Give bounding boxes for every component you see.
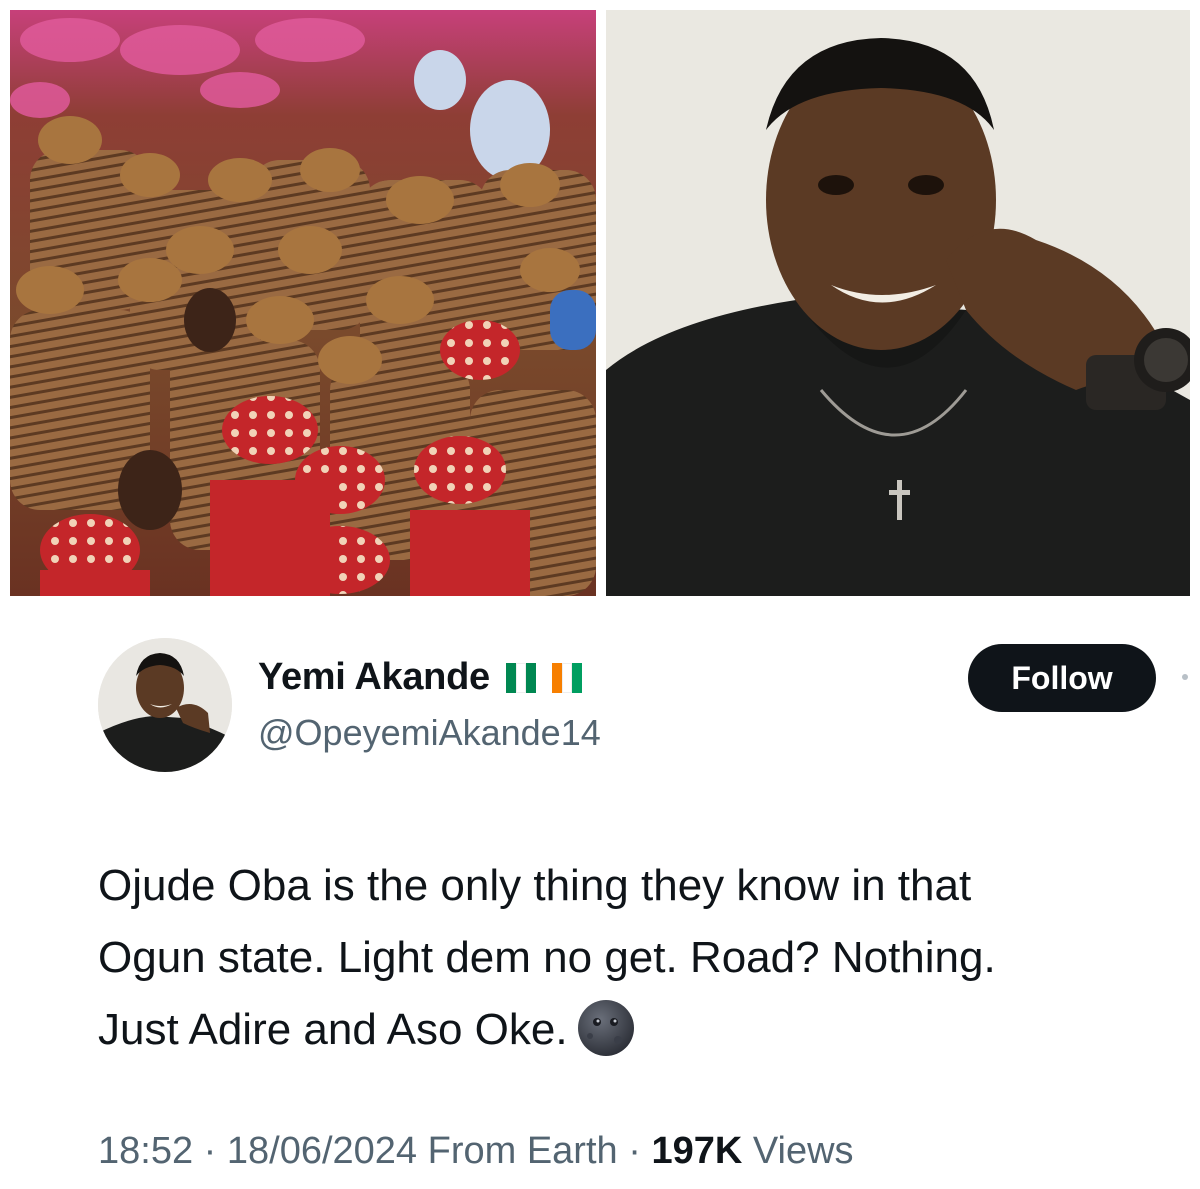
tweet-text-line: Just Adire and Aso Oke.	[98, 994, 1178, 1066]
portrait-photo[interactable]	[606, 10, 1190, 596]
views-count[interactable]: 197K	[651, 1130, 742, 1172]
profile-avatar[interactable]	[98, 638, 232, 772]
meta-separator: ·	[617, 1130, 652, 1172]
author-handle[interactable]: @OpeyemiAkande14	[258, 712, 601, 754]
tweet-text-line-content: Just Adire and Aso Oke.	[98, 1005, 568, 1054]
views-label: Views	[742, 1130, 854, 1172]
tweet-location: From Earth	[417, 1130, 618, 1172]
crowd-photo-image	[10, 10, 596, 596]
portrait-photo-image	[606, 10, 1190, 596]
media-grid	[0, 0, 1200, 604]
tweet-card: Yemi Akande @OpeyemiAkande14 Follow Ojud…	[0, 604, 1200, 1189]
cote-divoire-flag-icon	[551, 662, 582, 693]
tweet-date[interactable]: 18/06/2024	[227, 1130, 417, 1172]
tweet-time[interactable]: 18:52	[98, 1130, 193, 1172]
follow-button[interactable]: Follow	[968, 644, 1156, 712]
crowd-photo[interactable]	[10, 10, 596, 596]
tweet-meta: 18:52 · 18/06/2024 From Earth · 197K Vie…	[98, 1130, 854, 1173]
tweet-text-line: Ogun state. Light dem no get. Road? Noth…	[98, 933, 996, 982]
tweet-text-line: Ojude Oba is the only thing they know in…	[98, 861, 972, 910]
author-name-row: Yemi Akande	[258, 656, 582, 699]
more-options-icon[interactable]	[1182, 674, 1188, 680]
meta-separator: ·	[193, 1130, 227, 1172]
tweet-text: Ojude Oba is the only thing they know in…	[98, 850, 1178, 1066]
nigeria-flag-icon	[505, 662, 536, 693]
author-display-name[interactable]: Yemi Akande	[258, 656, 490, 699]
avatar-image	[98, 638, 232, 772]
new-moon-face-emoji-icon	[577, 1000, 634, 1056]
